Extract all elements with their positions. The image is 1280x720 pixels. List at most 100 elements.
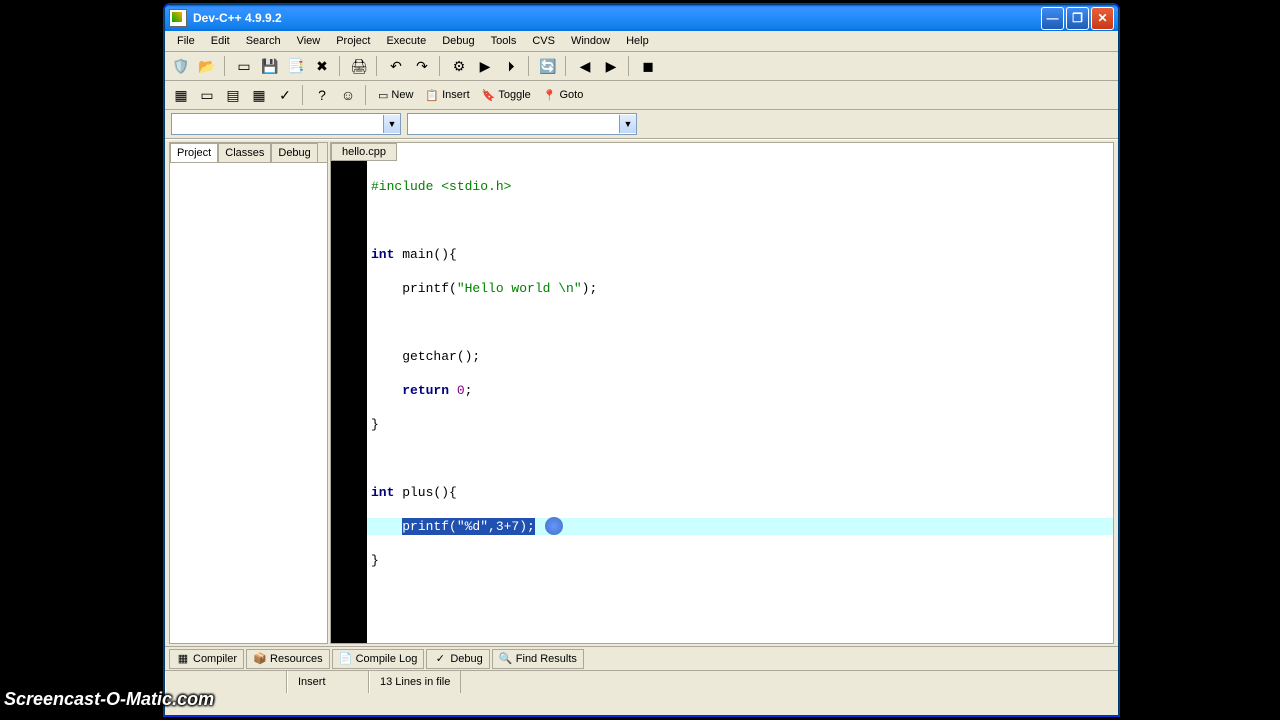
combo-class[interactable]: ▼ bbox=[171, 113, 401, 135]
code-token: main(){ bbox=[394, 247, 456, 262]
close-file-icon[interactable]: ✖ bbox=[310, 54, 334, 78]
combo-row: ▼ ▼ bbox=[165, 110, 1118, 139]
bottom-tabs: ▦Compiler 📦Resources 📄Compile Log ✓Debug… bbox=[165, 646, 1118, 670]
debug-prev-icon[interactable]: ◀ bbox=[573, 54, 597, 78]
tab-label: Resources bbox=[270, 653, 323, 665]
find-icon: 🔍 bbox=[499, 652, 513, 666]
run-icon[interactable]: ▶ bbox=[473, 54, 497, 78]
help-icon[interactable]: ? bbox=[310, 83, 334, 107]
debug-stop-icon[interactable]: ◼ bbox=[636, 54, 660, 78]
print-icon[interactable]: 🖨 bbox=[347, 54, 371, 78]
code-content[interactable]: #include <stdio.h> int main(){ printf("H… bbox=[367, 161, 1113, 643]
save-icon[interactable]: 💾 bbox=[258, 54, 282, 78]
rebuild-icon[interactable]: 🔄 bbox=[536, 54, 560, 78]
layout4-icon[interactable]: ▦ bbox=[247, 83, 271, 107]
code-token bbox=[371, 383, 402, 398]
compile-icon[interactable]: ⚙ bbox=[447, 54, 471, 78]
goto-icon: 📍 bbox=[543, 89, 557, 102]
code-token bbox=[449, 383, 457, 398]
window-title: Dev-C++ 4.9.9.2 bbox=[193, 11, 1041, 25]
chevron-down-icon: ▼ bbox=[619, 115, 636, 133]
about-icon[interactable]: ☺ bbox=[336, 83, 360, 107]
compiler-icon: ▦ bbox=[176, 652, 190, 666]
toggle-icon: 🔖 bbox=[482, 89, 496, 102]
cursor-indicator bbox=[545, 517, 563, 535]
toolbar-secondary: ▦ ▭ ▤ ▦ ✓ ? ☺ ▭New 📋Insert 🔖Toggle 📍Goto bbox=[165, 81, 1118, 110]
menu-view[interactable]: View bbox=[289, 33, 329, 49]
menu-search[interactable]: Search bbox=[238, 33, 289, 49]
code-token: #include bbox=[371, 179, 441, 194]
tab-label: Find Results bbox=[516, 653, 577, 665]
code-token: return bbox=[402, 383, 449, 398]
menu-cvs[interactable]: CVS bbox=[524, 33, 563, 49]
code-token: ; bbox=[465, 383, 473, 398]
code-token: 0 bbox=[457, 383, 465, 398]
minimize-button[interactable]: — bbox=[1041, 7, 1064, 30]
undo-icon[interactable]: ↶ bbox=[384, 54, 408, 78]
tab-label: Compile Log bbox=[356, 653, 418, 665]
gutter bbox=[331, 161, 367, 643]
tab-label: Debug bbox=[450, 653, 482, 665]
menu-tools[interactable]: Tools bbox=[483, 33, 525, 49]
toggle-button[interactable]: 🔖Toggle bbox=[477, 83, 536, 107]
tab-classes[interactable]: Classes bbox=[218, 143, 271, 162]
code-token: printf( bbox=[371, 281, 457, 296]
code-area[interactable]: #include <stdio.h> int main(){ printf("H… bbox=[331, 161, 1113, 643]
layout1-icon[interactable]: ▦ bbox=[169, 83, 193, 107]
code-selection: printf("%d",3+7); bbox=[402, 518, 535, 535]
menu-edit[interactable]: Edit bbox=[203, 33, 238, 49]
tab-debug-bottom[interactable]: ✓Debug bbox=[426, 649, 489, 669]
tab-debug[interactable]: Debug bbox=[271, 143, 317, 162]
tab-resources[interactable]: 📦Resources bbox=[246, 649, 330, 669]
code-token: ); bbox=[582, 281, 598, 296]
goto-label: Goto bbox=[559, 89, 583, 101]
menu-file[interactable]: File bbox=[169, 33, 203, 49]
debug-icon: ✓ bbox=[433, 652, 447, 666]
tab-compile-log[interactable]: 📄Compile Log bbox=[332, 649, 425, 669]
code-token: } bbox=[371, 417, 379, 432]
menu-window[interactable]: Window bbox=[563, 33, 618, 49]
open-icon[interactable]: 📂 bbox=[195, 54, 219, 78]
menu-project[interactable]: Project bbox=[328, 33, 378, 49]
new-file-icon[interactable]: ▭ bbox=[232, 54, 256, 78]
app-window: Dev-C++ 4.9.9.2 — ❐ ✕ File Edit Search V… bbox=[164, 4, 1119, 716]
insert-button[interactable]: 📋Insert bbox=[420, 83, 474, 107]
app-icon bbox=[169, 9, 187, 27]
code-token: int bbox=[371, 247, 394, 262]
tab-compiler[interactable]: ▦Compiler bbox=[169, 649, 244, 669]
resources-icon: 📦 bbox=[253, 652, 267, 666]
menu-debug[interactable]: Debug bbox=[434, 33, 482, 49]
compile-run-icon[interactable]: ⏵ bbox=[499, 54, 523, 78]
code-token: } bbox=[371, 553, 379, 568]
debug-next-icon[interactable]: ▶ bbox=[599, 54, 623, 78]
insert-icon: 📋 bbox=[425, 89, 439, 102]
redo-icon[interactable]: ↷ bbox=[410, 54, 434, 78]
new-button[interactable]: ▭New bbox=[373, 83, 418, 107]
new-project-icon[interactable]: 🛡️ bbox=[169, 54, 193, 78]
status-mode: Insert bbox=[287, 671, 369, 693]
code-token: <stdio.h> bbox=[441, 179, 511, 194]
menubar: File Edit Search View Project Execute De… bbox=[165, 31, 1118, 52]
log-icon: 📄 bbox=[339, 652, 353, 666]
editor-tab-hello[interactable]: hello.cpp bbox=[331, 143, 397, 161]
tab-label: Compiler bbox=[193, 653, 237, 665]
menu-execute[interactable]: Execute bbox=[378, 33, 434, 49]
combo-function[interactable]: ▼ bbox=[407, 113, 637, 135]
close-button[interactable]: ✕ bbox=[1091, 7, 1114, 30]
status-lines: 13 Lines in file bbox=[369, 671, 461, 693]
tab-find-results[interactable]: 🔍Find Results bbox=[492, 649, 584, 669]
tab-project[interactable]: Project bbox=[170, 143, 218, 162]
layout3-icon[interactable]: ▤ bbox=[221, 83, 245, 107]
toggle-label: Toggle bbox=[498, 89, 530, 101]
save-all-icon[interactable]: 📑 bbox=[284, 54, 308, 78]
chevron-down-icon: ▼ bbox=[383, 115, 400, 133]
side-panel: Project Classes Debug bbox=[169, 142, 328, 644]
check-icon[interactable]: ✓ bbox=[273, 83, 297, 107]
goto-button[interactable]: 📍Goto bbox=[538, 83, 589, 107]
code-token: int bbox=[371, 485, 394, 500]
new-label: New bbox=[391, 89, 413, 101]
maximize-button[interactable]: ❐ bbox=[1066, 7, 1089, 30]
layout2-icon[interactable]: ▭ bbox=[195, 83, 219, 107]
menu-help[interactable]: Help bbox=[618, 33, 657, 49]
titlebar[interactable]: Dev-C++ 4.9.9.2 — ❐ ✕ bbox=[165, 5, 1118, 31]
